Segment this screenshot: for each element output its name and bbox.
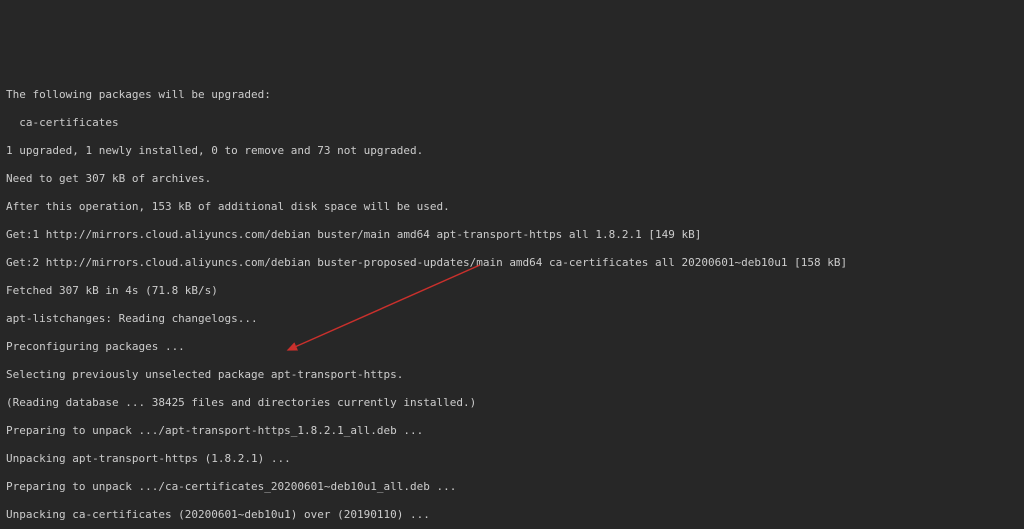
output-line: Fetched 307 kB in 4s (71.8 kB/s) [6, 284, 1018, 298]
output-line: After this operation, 153 kB of addition… [6, 200, 1018, 214]
output-line: Preconfiguring packages ... [6, 340, 1018, 354]
output-line: Get:2 http://mirrors.cloud.aliyuncs.com/… [6, 256, 1018, 270]
output-line: apt-listchanges: Reading changelogs... [6, 312, 1018, 326]
output-line: The following packages will be upgraded: [6, 88, 1018, 102]
output-line: Unpacking apt-transport-https (1.8.2.1) … [6, 452, 1018, 466]
output-line: Preparing to unpack .../apt-transport-ht… [6, 424, 1018, 438]
output-line: Selecting previously unselected package … [6, 368, 1018, 382]
output-line: Preparing to unpack .../ca-certificates_… [6, 480, 1018, 494]
output-line: ca-certificates [6, 116, 1018, 130]
output-line: Get:1 http://mirrors.cloud.aliyuncs.com/… [6, 228, 1018, 242]
output-line: Need to get 307 kB of archives. [6, 172, 1018, 186]
output-line: (Reading database ... 38425 files and di… [6, 396, 1018, 410]
terminal-output[interactable]: The following packages will be upgraded:… [0, 70, 1024, 529]
output-line: Unpacking ca-certificates (20200601~deb1… [6, 508, 1018, 522]
output-line: 1 upgraded, 1 newly installed, 0 to remo… [6, 144, 1018, 158]
